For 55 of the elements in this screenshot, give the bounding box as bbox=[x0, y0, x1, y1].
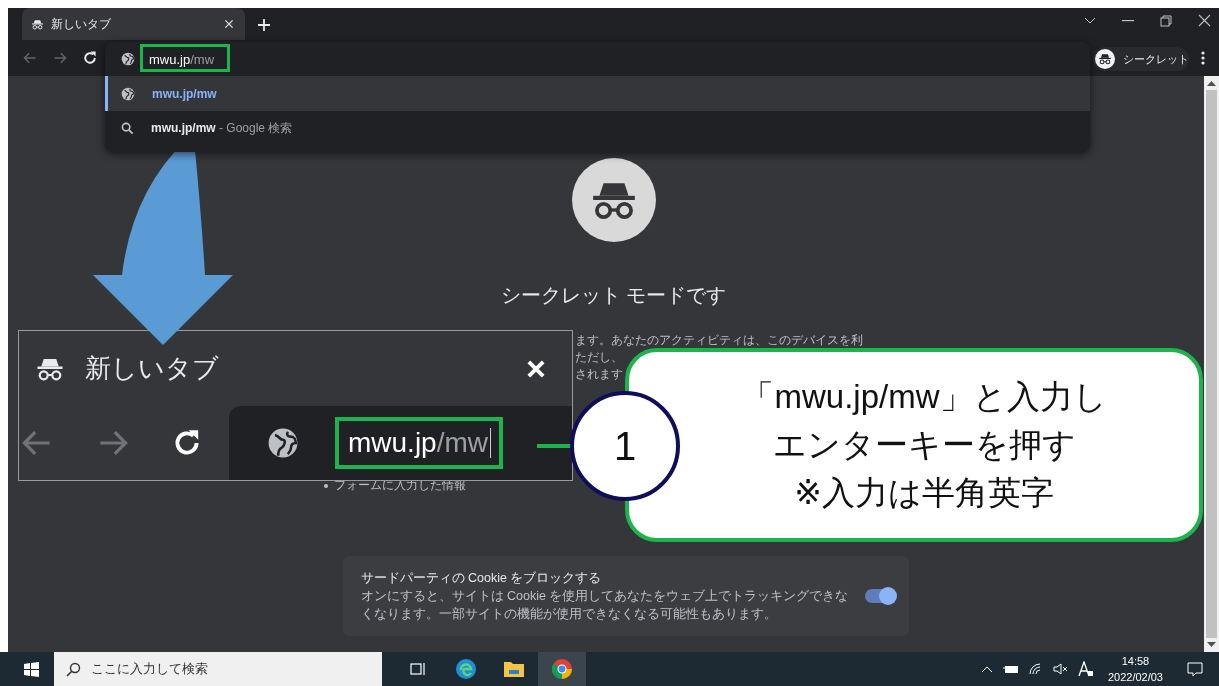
suggestion-item[interactable]: mwu.jp/mw - Google 検索 bbox=[105, 111, 1090, 146]
tab-title: 新しいタブ bbox=[85, 352, 220, 385]
chrome-icon bbox=[551, 658, 573, 680]
taskbar-search-field[interactable]: ここに入力して検索 bbox=[54, 652, 382, 686]
search-icon bbox=[121, 122, 134, 135]
new-tab-icon[interactable] bbox=[257, 18, 271, 32]
menu-icon[interactable] bbox=[1201, 51, 1205, 65]
back-icon[interactable] bbox=[22, 50, 38, 66]
windows-logo-icon[interactable] bbox=[24, 661, 39, 677]
task-view-icon[interactable] bbox=[410, 662, 426, 676]
chevron-up-icon[interactable] bbox=[980, 665, 993, 673]
wifi-icon[interactable] bbox=[1028, 663, 1043, 675]
restore-icon[interactable] bbox=[1160, 14, 1172, 27]
intro-text: されます bbox=[575, 366, 624, 383]
tab-title: 新しいタブ bbox=[51, 15, 112, 33]
address-field[interactable]: mwu.jp/mw bbox=[335, 417, 504, 469]
taskbar-clock[interactable]: 14:58 2022/02/03 bbox=[1107, 653, 1163, 685]
scroll-down-icon[interactable] bbox=[1207, 642, 1216, 648]
incognito-icon bbox=[1098, 53, 1112, 65]
reload-icon[interactable] bbox=[82, 50, 98, 66]
minimize-icon[interactable] bbox=[1122, 19, 1134, 22]
forward-icon[interactable] bbox=[52, 50, 68, 66]
scroll-up-icon[interactable] bbox=[1207, 80, 1216, 86]
page-title: シークレット モードです bbox=[500, 283, 727, 308]
input-method-icon[interactable] bbox=[1077, 661, 1094, 677]
cookie-toggle[interactable] bbox=[864, 589, 895, 603]
close-icon[interactable] bbox=[1198, 14, 1211, 27]
search-icon bbox=[66, 661, 81, 677]
notification-icon[interactable] bbox=[1187, 661, 1203, 677]
clock-time: 14:58 bbox=[1120, 654, 1151, 669]
scrollbar[interactable] bbox=[1204, 76, 1219, 652]
instruction-text: エンターキーを押す bbox=[772, 425, 1076, 465]
intro-text: ただし、 bbox=[575, 349, 624, 366]
intro-text: ます。あなたのアクティビティは、このデバイスを利 bbox=[575, 332, 863, 349]
profile-button[interactable]: シークレット bbox=[1093, 47, 1189, 71]
globe-icon bbox=[121, 52, 135, 66]
instruction-text: 「mwu.jp/mw」と入力し bbox=[741, 377, 1107, 417]
clock-date: 2022/02/03 bbox=[1107, 670, 1163, 685]
edge-icon[interactable] bbox=[455, 658, 477, 680]
cookie-title: サードパーティの Cookie をブロックする bbox=[360, 569, 603, 587]
globe-icon bbox=[121, 86, 135, 101]
browser-tab[interactable]: 新しいタブ bbox=[22, 8, 245, 40]
cookie-description: オンにすると、サイトは Cookie を使用してあなたをウェブ上でトラッキングできなくなります。一部サイトの機能が使用できなくなる可能性もあります。 bbox=[360, 587, 850, 623]
folder-icon[interactable] bbox=[503, 660, 525, 678]
search-placeholder: ここに入力して検索 bbox=[91, 660, 208, 678]
chrome-taskbar-button[interactable] bbox=[538, 652, 586, 686]
suggestion-item[interactable]: mwu.jp/mw bbox=[105, 76, 1090, 111]
incognito-icon bbox=[31, 18, 44, 30]
address-bar[interactable]: mwu.jp/mw bbox=[105, 42, 1090, 76]
globe-icon bbox=[267, 427, 299, 459]
chevron-icon[interactable] bbox=[1084, 16, 1096, 25]
battery-icon[interactable] bbox=[1002, 664, 1019, 674]
instruction-text: ※入力は半角英字 bbox=[794, 473, 1054, 513]
bullet-icon bbox=[324, 483, 328, 488]
speaker-muted-icon[interactable] bbox=[1052, 663, 1068, 675]
